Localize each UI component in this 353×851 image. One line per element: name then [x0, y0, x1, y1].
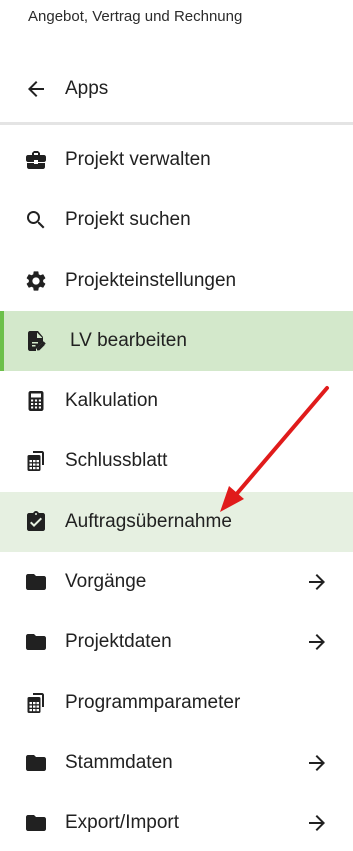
menu-item-label: LV bearbeiten	[70, 329, 187, 351]
menu-item-label: Projekt verwalten	[65, 149, 211, 170]
menu-item-schlussblatt[interactable]: Schlussblatt	[0, 431, 353, 491]
menu-item-projektdaten[interactable]: Projektdaten	[0, 612, 353, 672]
menu-item-programmparameter[interactable]: Programmparameter	[0, 673, 353, 733]
menu-item-label: Export/Import	[65, 812, 180, 834]
spreadsheet-copy-icon	[24, 449, 48, 473]
back-to-apps-button[interactable]: Apps	[0, 66, 353, 112]
arrow-right-icon	[305, 751, 329, 775]
back-label: Apps	[65, 78, 109, 99]
arrow-right-icon	[305, 630, 329, 654]
menu-item-export-import[interactable]: Export/Import	[0, 793, 353, 851]
spreadsheet-copy-icon	[24, 691, 48, 715]
menu-item-label: Projektdaten	[65, 631, 172, 653]
menu-item-label: Schlussblatt	[65, 450, 168, 472]
clipboard-check-icon	[24, 510, 48, 534]
menu-item-label: Stammdaten	[65, 751, 173, 773]
menu-item-stammdaten[interactable]: Stammdaten	[0, 733, 353, 793]
menu-item-label: Auftragsübernahme	[65, 510, 232, 532]
gear-icon	[24, 269, 48, 293]
menu-item-label: Vorgänge	[65, 571, 147, 593]
search-icon	[24, 208, 48, 232]
app-title: Angebot, Vertrag und Rechnung	[28, 8, 243, 25]
menu-list: Projekt verwalten Projekt suchen Projekt…	[0, 130, 353, 851]
menu-item-label: Kalkulation	[65, 390, 158, 412]
menu-item-auftragsuebernahme[interactable]: Auftragsübernahme	[0, 491, 353, 553]
arrow-left-icon	[24, 77, 48, 101]
menu-item-label: Projekteinstellungen	[65, 269, 237, 291]
folder-icon	[24, 751, 48, 775]
menu-item-projekt-suchen[interactable]: Projekt suchen	[0, 190, 353, 250]
menu-item-projekt-verwalten[interactable]: Projekt verwalten	[0, 130, 353, 190]
selected-indicator	[0, 310, 4, 372]
briefcase-icon	[24, 148, 48, 172]
menu-item-vorgaenge[interactable]: Vorgänge	[0, 552, 353, 612]
folder-icon	[24, 570, 48, 594]
menu-item-projekteinstellungen[interactable]: Projekteinstellungen	[0, 251, 353, 311]
arrow-right-icon	[305, 570, 329, 594]
document-edit-icon	[24, 329, 48, 353]
menu-item-label: Projekt suchen	[65, 209, 191, 231]
menu-item-lv-bearbeiten[interactable]: LV bearbeiten	[0, 310, 353, 372]
folder-icon	[24, 630, 48, 654]
divider	[0, 122, 353, 125]
menu-item-kalkulation[interactable]: Kalkulation	[0, 371, 353, 431]
folder-icon	[24, 811, 48, 835]
arrow-right-icon	[305, 811, 329, 835]
calculator-icon	[24, 389, 48, 413]
menu-item-label: Programmparameter	[65, 691, 241, 713]
navigation-drawer: Angebot, Vertrag und Rechnung Apps Proje…	[0, 0, 353, 851]
